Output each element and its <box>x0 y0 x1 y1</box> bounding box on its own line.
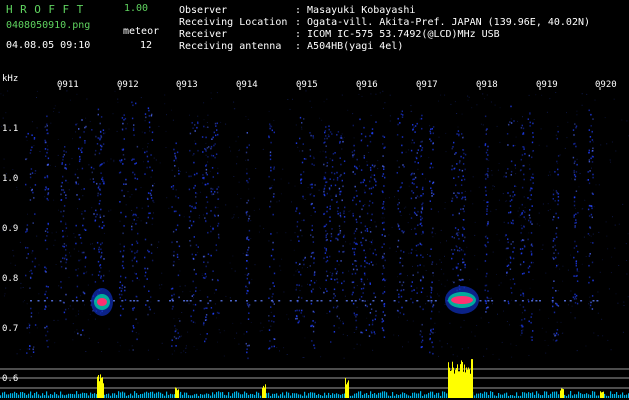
y-axis-unit: kHz <box>2 74 19 84</box>
x-tick-0913: 0913 <box>176 80 198 90</box>
date-time: 04.08.05 09:10 <box>6 40 91 51</box>
meteor-label: meteor <box>123 26 160 37</box>
file-name: 0408050910.png <box>6 20 91 31</box>
field-value-antenna: : A504HB(yagi 4el) <box>295 41 404 52</box>
field-value-receiver: : ICOM IC-575 53.7492(@LCD)MHz USB <box>295 29 500 40</box>
y-tick-0-6: 0.6 <box>2 374 19 384</box>
x-tick-0918: 0918 <box>476 80 498 90</box>
x-tick-0919: 0919 <box>536 80 558 90</box>
field-label-location: Receiving Location <box>179 17 288 28</box>
meteor-count: 12 <box>140 40 153 51</box>
x-tick-0911: 0911 <box>57 80 79 90</box>
app-version: 1.00 <box>124 3 149 14</box>
y-tick-1-0: 1.0 <box>2 174 19 184</box>
app-logo: HROFFT <box>6 3 91 16</box>
x-tick-0920: 0920 <box>595 80 617 90</box>
x-tick-0915: 0915 <box>296 80 318 90</box>
field-label-antenna: Receiving antenna <box>179 41 282 52</box>
x-tick-0912: 0912 <box>117 80 139 90</box>
field-label-receiver: Receiver <box>179 29 228 40</box>
y-tick-1-1: 1.1 <box>2 124 19 134</box>
field-label-observer: Observer <box>179 5 228 16</box>
field-value-location: : Ogata-vill. Akita-Pref. JAPAN (139.96E… <box>295 17 591 28</box>
spectrogram-background <box>0 0 629 400</box>
spectrogram <box>0 0 629 400</box>
y-tick-0-7: 0.7 <box>2 324 19 334</box>
x-tick-0916: 0916 <box>356 80 378 90</box>
y-tick-0-9: 0.9 <box>2 224 19 234</box>
field-value-observer: : Masayuki Kobayashi <box>295 5 416 16</box>
y-tick-0-8: 0.8 <box>2 274 19 284</box>
x-tick-0917: 0917 <box>416 80 438 90</box>
x-tick-0914: 0914 <box>236 80 258 90</box>
